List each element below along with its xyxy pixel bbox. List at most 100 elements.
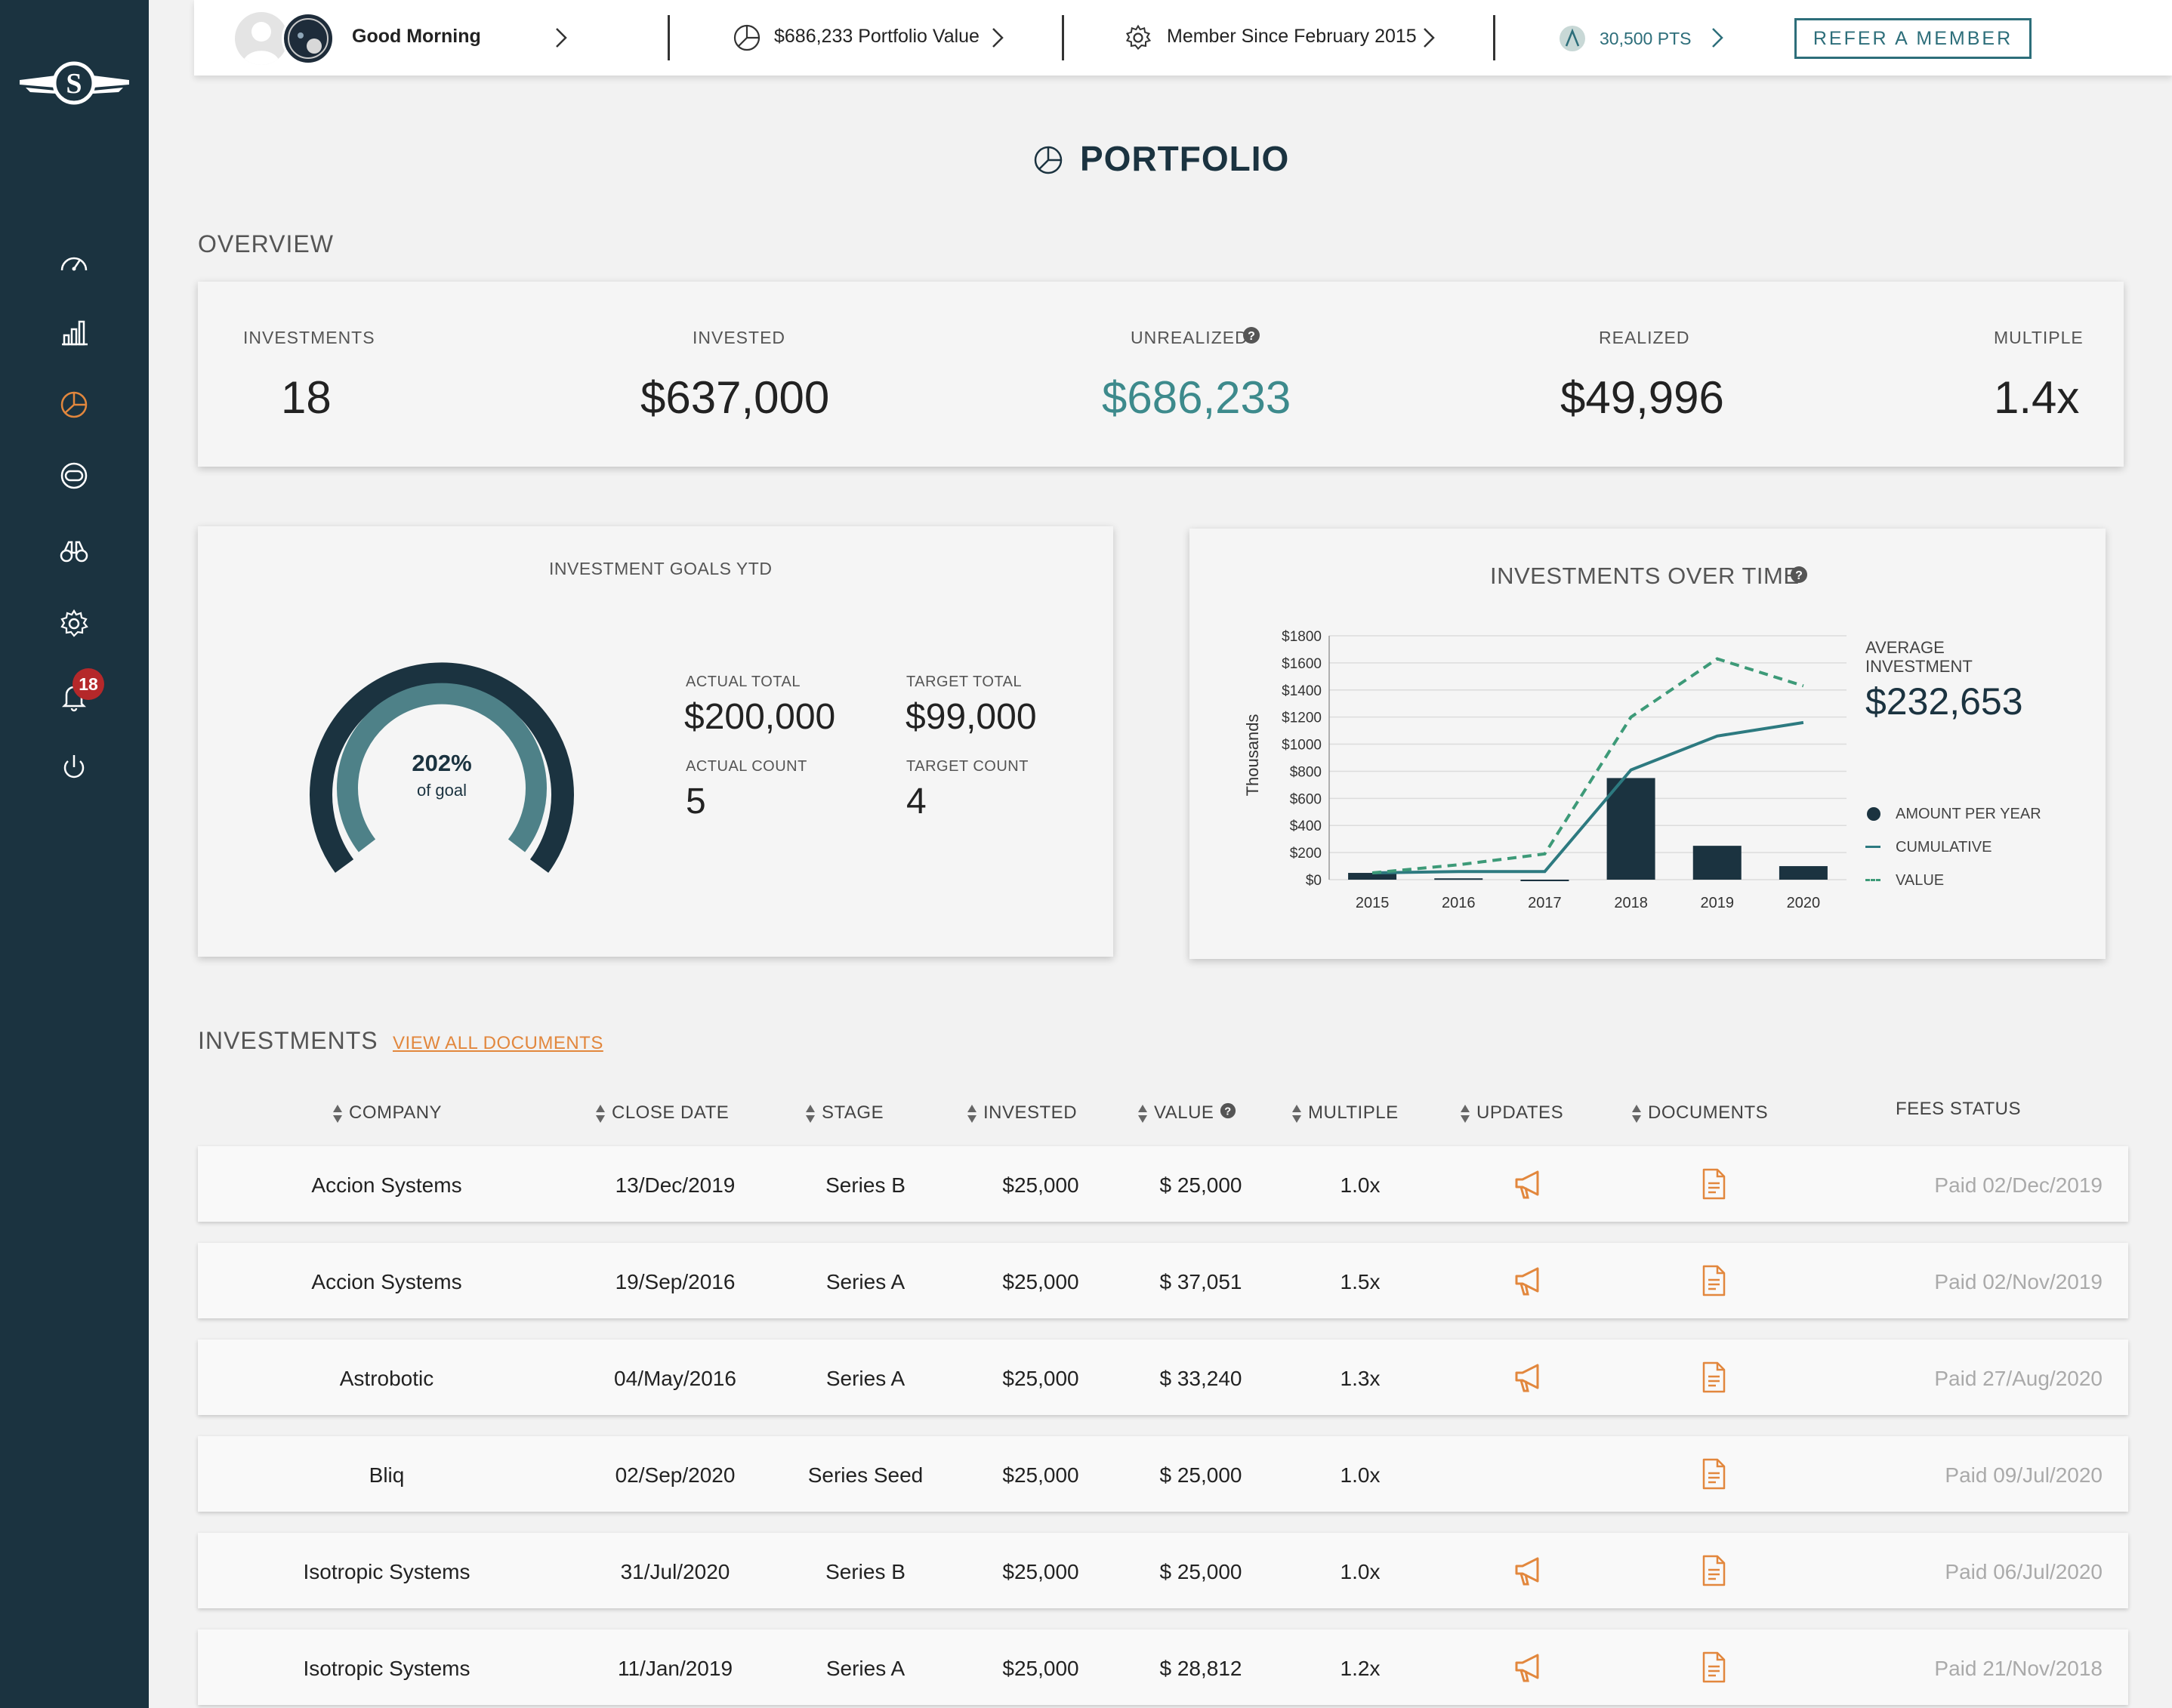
column-header-label: INVESTED xyxy=(983,1102,1078,1123)
document-icon[interactable] xyxy=(1698,1361,1729,1394)
column-header-label: STAGE xyxy=(822,1102,884,1123)
mission-patch-avatar[interactable] xyxy=(282,12,335,65)
company-cell[interactable]: Accion Systems xyxy=(273,1173,500,1198)
megaphone-icon[interactable] xyxy=(1512,1651,1544,1684)
column-header-invested[interactable]: INVESTED xyxy=(967,1102,1077,1124)
y-tick-label: $1800 xyxy=(1282,629,1322,645)
brand-logo[interactable]: S xyxy=(20,53,129,113)
settings-icon[interactable] xyxy=(54,604,94,643)
column-header-stage[interactable]: STAGE xyxy=(805,1102,884,1124)
sort-icon[interactable] xyxy=(805,1104,816,1124)
refer-member-button[interactable]: REFER A MEMBER xyxy=(1794,18,2032,59)
actual-count-value: 5 xyxy=(686,782,706,822)
legend-label: VALUE xyxy=(1896,872,1945,889)
document-icon[interactable] xyxy=(1698,1167,1729,1201)
megaphone-icon[interactable] xyxy=(1512,1167,1544,1201)
portfolio-chevron-icon[interactable] xyxy=(984,24,1011,51)
bar-2018[interactable] xyxy=(1606,778,1655,880)
portfolio-icon[interactable] xyxy=(54,385,94,424)
fees-status-cell: Paid 21/Nov/2018 xyxy=(1934,1657,2103,1680)
actual-total-label: ACTUAL TOTAL xyxy=(686,674,801,690)
member-since-link[interactable]: Member Since February 2015 xyxy=(1167,26,1417,48)
document-icon[interactable] xyxy=(1698,1651,1729,1684)
legend-item: VALUE xyxy=(1865,869,2054,892)
bar-2019[interactable] xyxy=(1692,846,1742,880)
points-link[interactable]: 30,500 PTS xyxy=(1600,29,1691,49)
help-icon[interactable]: ? xyxy=(1242,326,1260,344)
column-header-documents[interactable]: DOCUMENTS xyxy=(1631,1102,1768,1124)
view-all-documents-link[interactable]: VIEW ALL DOCUMENTS xyxy=(393,1033,603,1054)
chart-help-icon[interactable]: ? xyxy=(1790,566,1808,584)
helmet-icon[interactable] xyxy=(54,456,94,495)
legend-swatch-icon xyxy=(1867,807,1880,821)
fees-status-cell: Paid 02/Nov/2019 xyxy=(1934,1270,2103,1293)
company-cell[interactable]: Bliq xyxy=(273,1463,500,1488)
target-count-value: 4 xyxy=(906,782,927,822)
y-tick-label: $0 xyxy=(1306,873,1322,889)
points-icon xyxy=(1560,26,1585,51)
multiple-cell: 1.0x xyxy=(1340,1173,1381,1197)
investments-count-value: 18 xyxy=(281,372,332,423)
gear-icon xyxy=(1125,24,1152,51)
user-avatar[interactable] xyxy=(235,12,288,65)
y-tick-label: $1000 xyxy=(1282,738,1322,754)
actual-total-value: $200,000 xyxy=(684,697,836,737)
document-icon[interactable] xyxy=(1698,1264,1729,1297)
sort-icon[interactable] xyxy=(1137,1104,1148,1124)
investments-count-label: INVESTMENTS xyxy=(243,328,375,347)
column-header-label: VALUE xyxy=(1154,1102,1214,1123)
binoculars-icon[interactable] xyxy=(54,532,94,571)
column-header-close-date[interactable]: CLOSE DATE xyxy=(595,1102,729,1124)
column-header-value[interactable]: VALUE? xyxy=(1137,1102,1236,1124)
document-icon[interactable] xyxy=(1698,1554,1729,1587)
y-tick-label: $600 xyxy=(1290,791,1322,807)
sort-icon[interactable] xyxy=(1460,1104,1470,1124)
company-cell[interactable]: Astrobotic xyxy=(273,1367,500,1391)
document-icon[interactable] xyxy=(1698,1457,1729,1491)
megaphone-icon[interactable] xyxy=(1512,1264,1544,1297)
x-tick-label: 2015 xyxy=(1356,895,1390,911)
points-chevron-icon[interactable] xyxy=(1704,24,1731,51)
y-axis-label: Thousands xyxy=(1243,714,1262,797)
company-cell[interactable]: Accion Systems xyxy=(273,1270,500,1294)
portfolio-title-icon xyxy=(1034,146,1063,174)
bar-2020[interactable] xyxy=(1779,866,1828,880)
sort-icon[interactable] xyxy=(967,1104,977,1124)
goal-percent-sub: of goal xyxy=(416,781,467,800)
portfolio-value-link[interactable]: $686,233 Portfolio Value xyxy=(774,26,980,48)
member-chevron-icon[interactable] xyxy=(1415,24,1442,51)
dashboard-icon[interactable] xyxy=(54,243,94,282)
goals-title: INVESTMENT GOALS YTD xyxy=(549,559,773,578)
sort-icon[interactable] xyxy=(595,1104,606,1124)
table-row[interactable]: Isotropic Systems 31/Jul/2020 Series B $25,… xyxy=(198,1533,2128,1608)
company-cell[interactable]: Isotropic Systems xyxy=(273,1657,500,1681)
sort-icon[interactable] xyxy=(1291,1104,1302,1124)
bar-2017[interactable] xyxy=(1520,880,1569,881)
megaphone-icon[interactable] xyxy=(1512,1361,1544,1394)
table-row[interactable]: Isotropic Systems 11/Jan/2019 Series A $25,… xyxy=(198,1629,2128,1705)
company-cell[interactable]: Isotropic Systems xyxy=(273,1560,500,1584)
column-header-multiple[interactable]: MULTIPLE xyxy=(1291,1102,1399,1124)
column-header-fees-status: FEES STATUS xyxy=(1896,1099,2021,1120)
table-row[interactable]: Accion Systems 13/Dec/2019 Series B $25,000… xyxy=(198,1146,2128,1222)
sort-icon[interactable] xyxy=(332,1104,343,1124)
table-row[interactable]: Accion Systems 19/Sep/2016 Series A $25,000… xyxy=(198,1243,2128,1318)
power-icon[interactable] xyxy=(54,748,94,787)
chart-title: INVESTMENTS OVER TIME xyxy=(1490,563,1800,589)
table-row[interactable]: Astrobotic 04/May/2016 Series A $25,000 $ 33… xyxy=(198,1340,2128,1415)
analytics-icon[interactable] xyxy=(54,313,94,352)
actual-count-label: ACTUAL COUNT xyxy=(686,758,807,775)
fees-status-cell: Paid 09/Jul/2020 xyxy=(1945,1463,2103,1487)
value-help-icon[interactable]: ? xyxy=(1220,1102,1236,1119)
sort-icon[interactable] xyxy=(1631,1104,1642,1124)
table-row[interactable]: Bliq 02/Sep/2020 Series Seed $25,000 $ 25,00… xyxy=(198,1436,2128,1512)
column-header-company[interactable]: COMPANY xyxy=(332,1102,442,1124)
megaphone-icon[interactable] xyxy=(1512,1554,1544,1587)
value-line[interactable] xyxy=(1371,657,1804,875)
y-tick-label: $1400 xyxy=(1282,683,1322,699)
divider xyxy=(1493,15,1495,60)
greeting-chevron-icon[interactable] xyxy=(548,24,575,51)
column-header-updates[interactable]: UPDATES xyxy=(1460,1102,1563,1124)
bar-2016[interactable] xyxy=(1434,878,1483,880)
target-count-label: TARGET COUNT xyxy=(906,758,1029,775)
